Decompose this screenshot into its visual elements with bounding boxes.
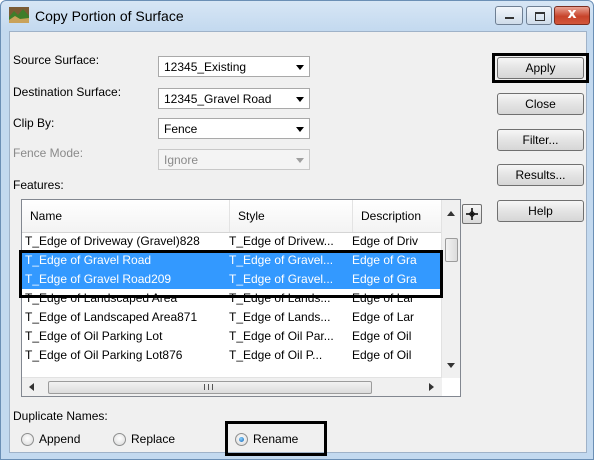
table-cell-description: Edge of Lar: [352, 310, 415, 324]
locate-features-button[interactable]: [462, 204, 482, 224]
maximize-button[interactable]: [526, 6, 552, 25]
table-cell-description: Edge of Gra: [352, 253, 417, 267]
rename-radio-label[interactable]: Rename: [253, 432, 298, 446]
append-radio[interactable]: [21, 433, 34, 446]
table-cell-style: T_Edge of Lands...: [229, 291, 331, 305]
table-cell-name: T_Edge of Landscaped Area871: [25, 310, 198, 324]
features-list[interactable]: Name Style Description T_Edge of Drivewa…: [21, 199, 461, 397]
title-bar[interactable]: Copy Portion of Surface x: [1, 1, 593, 31]
vertical-scrollbar[interactable]: [441, 200, 460, 378]
close-window-button[interactable]: x: [554, 6, 590, 25]
clip-by-value: Fence: [164, 122, 198, 136]
table-cell-name: T_Edge of Gravel Road: [25, 253, 152, 267]
horizontal-scrollbar[interactable]: [22, 377, 442, 396]
table-cell-style: T_Edge of Drivew...: [229, 234, 334, 248]
replace-radio-label[interactable]: Replace: [131, 432, 175, 446]
source-surface-value: 12345_Existing: [164, 60, 247, 74]
filter-button[interactable]: Filter...: [497, 129, 584, 151]
table-cell-description: Edge of Oil: [352, 329, 412, 343]
horizontal-scroll-thumb[interactable]: [48, 381, 372, 394]
features-rows: T_Edge of Driveway (Gravel)828 T_Edge of …: [22, 232, 442, 365]
source-surface-select[interactable]: 12345_Existing: [158, 56, 310, 77]
rename-radio[interactable]: [235, 433, 248, 446]
table-row[interactable]: T_Edge of Oil Parking Lot876 T_Edge of Oi…: [22, 346, 442, 365]
clip-by-select[interactable]: Fence: [158, 118, 310, 139]
chevron-down-icon: [296, 127, 304, 132]
chevron-down-icon: [296, 158, 304, 163]
minimize-button[interactable]: [495, 6, 523, 25]
source-surface-label: Source Surface:: [13, 53, 100, 67]
apply-button[interactable]: Apply: [497, 57, 584, 79]
scroll-down-icon[interactable]: [446, 362, 456, 370]
table-cell-description: Edge of Driv: [352, 234, 419, 248]
features-list-header: Name Style Description: [22, 200, 442, 233]
column-header-description[interactable]: Description: [353, 200, 442, 232]
table-cell-style: T_Edge of Gravel...: [229, 253, 334, 267]
table-cell-name: T_Edge of Oil Parking Lot876: [25, 348, 183, 362]
surface-app-icon: [9, 7, 29, 23]
table-cell-style: T_Edge of Gravel...: [229, 272, 334, 286]
append-radio-label[interactable]: Append: [39, 432, 80, 446]
table-cell-name: T_Edge of Gravel Road209: [25, 272, 172, 286]
destination-surface-select[interactable]: 12345_Gravel Road: [158, 88, 310, 109]
dialog-window: Copy Portion of Surface x Source Surface…: [0, 0, 594, 460]
results-button[interactable]: Results...: [497, 164, 584, 186]
column-header-name[interactable]: Name: [22, 200, 230, 232]
close-icon: x: [567, 6, 577, 22]
table-cell-description: Edge of Gra: [352, 272, 417, 286]
table-row[interactable]: T_Edge of Oil Parking Lot T_Edge of Oil P…: [22, 327, 442, 346]
scroll-right-icon[interactable]: [428, 382, 436, 392]
grip-icon: [204, 384, 213, 390]
fence-mode-label: Fence Mode:: [13, 146, 84, 160]
table-cell-name: T_Edge of Landscaped Area: [25, 291, 178, 305]
close-button[interactable]: Close: [497, 93, 584, 115]
table-row[interactable]: T_Edge of Landscaped Area871 T_Edge of La…: [22, 308, 442, 327]
table-cell-style: T_Edge of Oil P...: [229, 348, 323, 362]
table-row[interactable]: T_Edge of Driveway (Gravel)828 T_Edge of …: [22, 232, 442, 251]
table-row[interactable]: T_Edge of Gravel Road T_Edge of Gravel...…: [22, 251, 442, 270]
destination-surface-value: 12345_Gravel Road: [164, 92, 272, 106]
features-label: Features:: [13, 178, 64, 192]
table-cell-name: T_Edge of Driveway (Gravel)828: [25, 234, 200, 248]
replace-radio[interactable]: [113, 433, 126, 446]
duplicate-names-label: Duplicate Names:: [13, 409, 108, 423]
chevron-down-icon: [296, 97, 304, 102]
fence-mode-value: Ignore: [164, 153, 199, 167]
scroll-up-icon[interactable]: [446, 209, 456, 217]
table-cell-description: Edge of Oil: [352, 348, 412, 362]
table-row[interactable]: T_Edge of Landscaped Area T_Edge of Lands…: [22, 289, 442, 308]
column-header-style[interactable]: Style: [230, 200, 353, 232]
chevron-down-icon: [296, 65, 304, 70]
table-cell-name: T_Edge of Oil Parking Lot: [25, 329, 163, 343]
scroll-left-icon[interactable]: [28, 382, 36, 392]
table-cell-style: T_Edge of Oil Par...: [229, 329, 334, 343]
fence-mode-select: Ignore: [158, 149, 310, 170]
table-cell-style: T_Edge of Lands...: [229, 310, 331, 324]
table-cell-description: Edge of Lar: [352, 291, 415, 305]
destination-surface-label: Destination Surface:: [13, 85, 122, 99]
help-button[interactable]: Help: [497, 200, 584, 222]
window-title: Copy Portion of Surface: [35, 8, 184, 24]
vertical-scroll-thumb[interactable]: [445, 238, 458, 262]
clip-by-label: Clip By:: [13, 116, 55, 130]
table-row[interactable]: T_Edge of Gravel Road209 T_Edge of Gravel…: [22, 270, 442, 289]
crosshair-icon: [466, 208, 478, 220]
